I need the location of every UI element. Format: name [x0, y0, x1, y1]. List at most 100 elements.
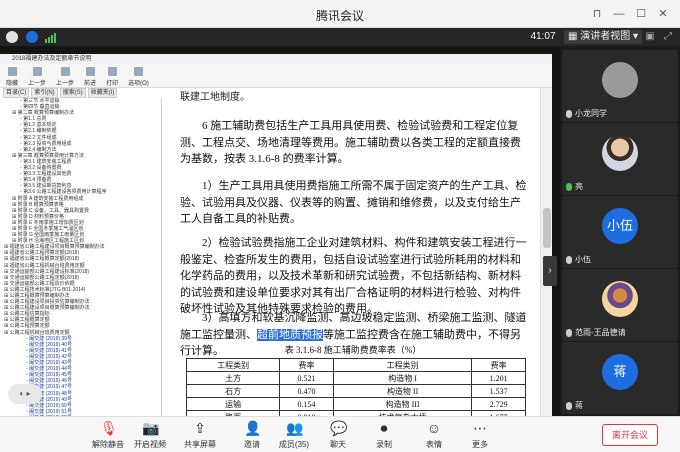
help-nav-tab[interactable]: 目录(C)	[3, 88, 30, 98]
chevron-down-icon: ▾	[630, 31, 639, 42]
table-cell: 0.521	[279, 371, 334, 385]
table-cell: 2.729	[471, 397, 526, 411]
invite-icon: 👤	[244, 420, 262, 436]
chat-icon: 💬	[330, 420, 348, 436]
maximize-icon[interactable]: ☐	[632, 5, 650, 23]
panel-collapse-arrow[interactable]: ›	[543, 256, 557, 286]
fullscreen-icon[interactable]: ⤢	[662, 31, 674, 43]
camera-off-icon: 📷	[142, 420, 160, 436]
record-icon: ⏺	[380, 420, 388, 436]
control-label: 聊天	[330, 440, 346, 449]
meeting-timer: 41:07	[530, 31, 556, 42]
shared-screen: 2018福建办法及定额章节说明 隐藏 上一步 上一步 前进 打印 选项(O) 目录(C) 索…	[0, 46, 560, 424]
help-toolbar-button[interactable]: 打印	[106, 64, 118, 87]
meeting-info-bar: 41:07 ▦ 演讲者视图 ▾ ▣ ⤢	[0, 28, 680, 46]
control-button[interactable]: ☺ 表情	[410, 420, 458, 450]
pin-icon[interactable]: ⊓	[588, 5, 606, 23]
avatar: 蒋	[602, 354, 638, 390]
control-label: 解除静音	[92, 440, 124, 449]
control-label: 录制	[376, 440, 392, 449]
table-header-row: 工程类别 费率 工程类别 费率	[185, 358, 526, 372]
table-row: 土方 0.521 构造物 I 1.201	[185, 371, 526, 385]
table-header-cell: 费率	[471, 358, 526, 372]
floating-assist-button[interactable]: ◐ ▸	[8, 384, 42, 404]
control-label: 表情	[426, 440, 442, 449]
info-icon[interactable]	[6, 31, 18, 43]
view-mode-button[interactable]: ▦ 演讲者视图 ▾	[564, 30, 643, 44]
participant-tile[interactable]: 小龙同学	[562, 50, 678, 122]
control-label: 成员(35)	[278, 440, 310, 449]
control-button[interactable]: 👥 成员(35)	[270, 420, 318, 450]
table-cell: 土方	[185, 371, 281, 385]
members-icon: 👥	[286, 420, 304, 436]
control-button[interactable]: ⋯ 更多	[456, 420, 504, 450]
control-button[interactable]: 📷 开启视频	[126, 420, 174, 450]
shield-icon[interactable]	[26, 31, 38, 43]
more-icon: ⋯	[473, 420, 487, 436]
table-cell: 构造物 I	[332, 371, 473, 385]
control-button[interactable]: ⇪ 共享屏幕	[176, 420, 224, 450]
mic-icon	[566, 182, 572, 191]
minimize-icon[interactable]: —	[610, 5, 628, 23]
control-button[interactable]: 🎙 解除静音	[84, 420, 132, 450]
table-cell: 1.537	[471, 384, 526, 398]
help-toolbar-button[interactable]: 隐藏	[6, 64, 18, 87]
help-nav-tab[interactable]: 搜索(S)	[59, 88, 86, 98]
avatar: 小伍	[602, 208, 638, 244]
table-cell: 运输	[185, 397, 281, 411]
control-button[interactable]: 👤 邀请	[228, 420, 276, 450]
mic-off-icon: 🎙	[100, 420, 118, 436]
participant-panel: 小龙同学亮小伍 小伍 范雨-王品德请蒋蒋	[560, 46, 680, 416]
signal-icon	[44, 31, 56, 43]
participant-tile[interactable]: 小伍 小伍	[562, 196, 678, 268]
screen-share-icon: ⇪	[194, 420, 206, 436]
mic-icon	[566, 328, 572, 337]
close-icon[interactable]: ✕	[654, 5, 672, 23]
help-nav-tab[interactable]: 收藏夹(I)	[87, 88, 118, 98]
control-button[interactable]: ⏺ 录制	[360, 420, 408, 450]
help-toolbar-button[interactable]: 选项(O)	[128, 64, 149, 87]
control-label: 共享屏幕	[184, 440, 216, 449]
doc-paragraph-2: 1）生产工具用具使用费指施工所需不属于固定资产的生产工具、检验、试验用具及仪器、…	[180, 180, 527, 225]
help-window-title: 2018福建办法及定额章节说明	[0, 54, 552, 64]
scroll-thumb[interactable]	[543, 208, 551, 248]
table-cell: 0.470	[279, 384, 334, 398]
fee-rate-table: 工程类别 费率 工程类别 费率 土方 0.521 构造物 I 1.201 石方 0.470 构造物 …	[185, 358, 526, 416]
leave-meeting-button[interactable]: 离开会议	[602, 424, 658, 446]
doc-paragraph-3: 2）检验试验费指施工企业对建筑材料、构件和建筑安装工程进行一般鉴定、检查所发生的…	[180, 237, 527, 315]
avatar	[602, 281, 638, 317]
mic-icon	[566, 109, 572, 118]
participant-name: 范雨-王品德请	[566, 327, 626, 338]
toc-tree[interactable]: ▫ 第三节 水平运输 ▫ 第四节 垂直运输 ⊞ 第二章 概算预算编制办法 ▫ 第1.1…	[0, 98, 162, 416]
control-label: 邀请	[244, 440, 260, 449]
help-toolbar-button[interactable]: 上一步	[56, 64, 74, 87]
help-viewer-window: 2018福建办法及定额章节说明 隐藏 上一步 上一步 前进 打印 选项(O) 目录(C) 索…	[0, 54, 552, 424]
title-bar: 腾讯会议 ⊓ — ☐ ✕	[0, 0, 680, 28]
doc-cut-line: 联建工地制度。	[180, 92, 250, 103]
grid-icon: ▦	[568, 31, 581, 42]
participant-name: 亮	[566, 181, 583, 192]
window-controls: ⊓ — ☐ ✕	[588, 5, 672, 23]
participant-tile[interactable]: 范雨-王品德请	[562, 269, 678, 341]
mic-icon	[566, 255, 572, 264]
table-header-cell: 费率	[279, 358, 334, 372]
top-right-tools: ▣ ⤢	[644, 31, 674, 43]
mic-icon	[566, 401, 572, 410]
control-button[interactable]: 💬 聊天	[314, 420, 362, 450]
table-caption: 表 3.1.6-8 施工辅助费费率表（%）	[284, 345, 422, 355]
layout-icon[interactable]: ▣	[644, 31, 656, 43]
participant-name: 小伍	[566, 254, 591, 265]
help-nav-tab[interactable]: 索引(N)	[31, 88, 58, 98]
highlighted-text[interactable]: 超前地质预报	[257, 328, 323, 341]
control-label: 更多	[472, 440, 488, 449]
participant-tile[interactable]: 蒋蒋	[562, 342, 678, 414]
table-cell: 构造物 III	[332, 397, 473, 411]
table-row: 运输 0.154 构造物 III 2.729	[185, 397, 526, 411]
emoji-icon: ☺	[426, 420, 442, 436]
participant-tile[interactable]: 亮	[562, 123, 678, 195]
help-toolbar-button[interactable]: 上一步	[28, 64, 46, 87]
participant-name: 蒋	[566, 400, 583, 411]
table-header-cell: 工程类别	[185, 358, 281, 372]
doc-scrollbar[interactable]	[540, 88, 552, 416]
help-toolbar-button[interactable]: 前进	[84, 64, 96, 87]
